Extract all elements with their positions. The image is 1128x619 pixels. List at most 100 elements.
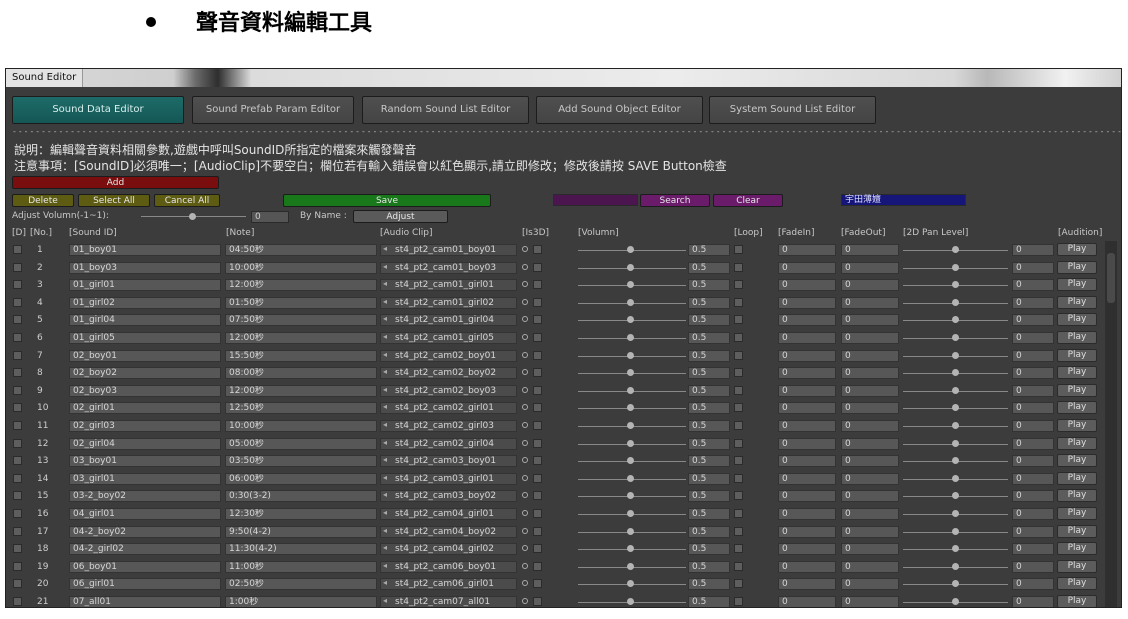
pan-field[interactable]: 0 [1012, 384, 1054, 397]
sound-id-field[interactable]: 04-2_girl02 [69, 543, 221, 556]
audio-clip-field[interactable]: st4_pt2_cam04_girl02 [380, 543, 517, 556]
audio-clip-field[interactable]: st4_pt2_cam04_girl01 [380, 508, 517, 520]
fadeout-field[interactable]: 0 [841, 332, 899, 344]
play-button[interactable]: Play [1057, 313, 1097, 327]
note-field[interactable]: 10:00秒 [225, 420, 377, 432]
volume-slider-knob[interactable] [627, 562, 634, 570]
volume-field[interactable]: 0.5 [688, 596, 730, 607]
fadein-field[interactable]: 0 [778, 508, 836, 520]
tab-sound-data-editor[interactable]: Sound Data Editor [12, 96, 184, 124]
pan-field[interactable]: 0 [1012, 279, 1054, 292]
audio-clip-field[interactable]: st4_pt2_cam02_boy01 [380, 349, 517, 362]
fadeout-field[interactable]: 0 [841, 296, 899, 309]
tab-system-sound-list-editor[interactable]: System Sound List Editor [709, 96, 876, 124]
volume-field[interactable]: 0.5 [688, 437, 730, 450]
pan-field[interactable]: 0 [1012, 244, 1054, 256]
fadein-field[interactable]: 0 [778, 314, 836, 327]
play-button[interactable]: Play [1057, 542, 1097, 556]
sound-id-field[interactable]: 02_boy03 [69, 384, 221, 397]
loop-checkbox[interactable] [734, 280, 743, 290]
sound-id-field[interactable]: 01_girl04 [69, 314, 221, 327]
fadeout-field[interactable]: 0 [841, 437, 899, 450]
row-delete-checkbox[interactable] [13, 403, 22, 413]
fadeout-field[interactable]: 0 [841, 578, 899, 591]
fadeout-field[interactable]: 0 [841, 314, 899, 327]
volume-slider-knob[interactable] [627, 527, 634, 535]
sound-id-field[interactable]: 06_girl01 [69, 578, 221, 591]
pan-field[interactable]: 0 [1012, 543, 1054, 556]
play-button[interactable]: Play [1057, 260, 1097, 274]
volume-slider-knob[interactable] [627, 281, 634, 289]
pan-slider-knob[interactable] [952, 474, 959, 482]
audio-clip-field[interactable]: st4_pt2_cam03_boy02 [380, 490, 517, 503]
audio-clip-field[interactable]: st4_pt2_cam02_girl03 [380, 420, 517, 432]
play-button[interactable]: Play [1057, 295, 1097, 309]
row-delete-checkbox[interactable] [13, 509, 22, 518]
row-delete-checkbox[interactable] [13, 438, 22, 448]
pan-slider-knob[interactable] [952, 492, 959, 500]
fadein-field[interactable]: 0 [778, 578, 836, 591]
volume-field[interactable]: 0.5 [688, 296, 730, 309]
row-delete-checkbox[interactable] [13, 385, 22, 395]
fadein-field[interactable]: 0 [778, 261, 836, 274]
sound-id-field[interactable]: 02_boy02 [69, 367, 221, 380]
volume-field[interactable]: 0.5 [688, 578, 730, 591]
fadein-field[interactable]: 0 [778, 402, 836, 415]
delete-button[interactable]: Delete [12, 194, 74, 207]
play-button[interactable]: Play [1057, 559, 1097, 573]
note-field[interactable]: 03:50秒 [225, 455, 377, 468]
audio-clip-field[interactable]: st4_pt2_cam06_girl01 [380, 578, 517, 591]
pan-slider-knob[interactable] [952, 598, 959, 605]
table-scrollbar[interactable] [1105, 241, 1117, 607]
play-button[interactable]: Play [1057, 436, 1097, 450]
row-delete-checkbox[interactable] [13, 473, 22, 483]
loop-checkbox[interactable] [734, 421, 743, 430]
volume-field[interactable]: 0.5 [688, 367, 730, 380]
note-field[interactable]: 11:30(4-2) [225, 543, 377, 556]
play-button[interactable]: Play [1057, 454, 1097, 468]
volume-slider-knob[interactable] [627, 598, 634, 605]
is3d-checkbox[interactable] [533, 491, 542, 501]
loop-checkbox[interactable] [734, 262, 743, 272]
fadeout-field[interactable]: 0 [841, 455, 899, 468]
add-button[interactable]: Add [12, 176, 219, 189]
clip-picker-icon[interactable] [522, 510, 528, 516]
play-button[interactable]: Play [1057, 524, 1097, 538]
fadeout-field[interactable]: 0 [841, 402, 899, 415]
is3d-checkbox[interactable] [533, 333, 542, 342]
volume-slider-knob[interactable] [627, 386, 634, 394]
fadein-field[interactable]: 0 [778, 332, 836, 344]
sound-id-field[interactable]: 01_girl02 [69, 296, 221, 309]
volume-field[interactable]: 0.5 [688, 402, 730, 415]
fadeout-field[interactable]: 0 [841, 525, 899, 538]
volume-slider-knob[interactable] [627, 246, 634, 253]
fadein-field[interactable]: 0 [778, 596, 836, 607]
pan-field[interactable]: 0 [1012, 314, 1054, 327]
note-field[interactable]: 15:50秒 [225, 349, 377, 362]
clip-picker-icon[interactable] [522, 298, 528, 305]
audio-clip-field[interactable]: st4_pt2_cam03_boy01 [380, 455, 517, 468]
audio-clip-field[interactable]: st4_pt2_cam03_girl01 [380, 472, 517, 485]
volume-field[interactable]: 0.5 [688, 244, 730, 256]
loop-checkbox[interactable] [734, 385, 743, 395]
fadein-field[interactable]: 0 [778, 384, 836, 397]
volume-slider-knob[interactable] [627, 439, 634, 447]
clip-picker-icon[interactable] [522, 492, 528, 499]
loop-checkbox[interactable] [734, 315, 743, 325]
note-field[interactable]: 11:00秒 [225, 560, 377, 573]
cancel-all-button[interactable]: Cancel All [154, 194, 220, 207]
row-delete-checkbox[interactable] [13, 315, 22, 325]
volume-slider-knob[interactable] [627, 492, 634, 500]
audio-clip-field[interactable]: st4_pt2_cam06_boy01 [380, 560, 517, 573]
clip-picker-icon[interactable] [522, 263, 528, 270]
pan-field[interactable]: 0 [1012, 332, 1054, 344]
scrollbar-thumb[interactable] [1107, 253, 1115, 303]
play-button[interactable]: Play [1057, 471, 1097, 485]
clip-picker-icon[interactable] [522, 246, 528, 252]
audio-clip-field[interactable]: st4_pt2_cam02_girl01 [380, 402, 517, 415]
row-delete-checkbox[interactable] [13, 561, 22, 571]
audio-clip-field[interactable]: st4_pt2_cam01_girl05 [380, 332, 517, 344]
tab-random-sound-list-editor[interactable]: Random Sound List Editor [362, 96, 529, 124]
volume-slider-knob[interactable] [627, 351, 634, 359]
select-all-button[interactable]: Select All [78, 194, 150, 207]
